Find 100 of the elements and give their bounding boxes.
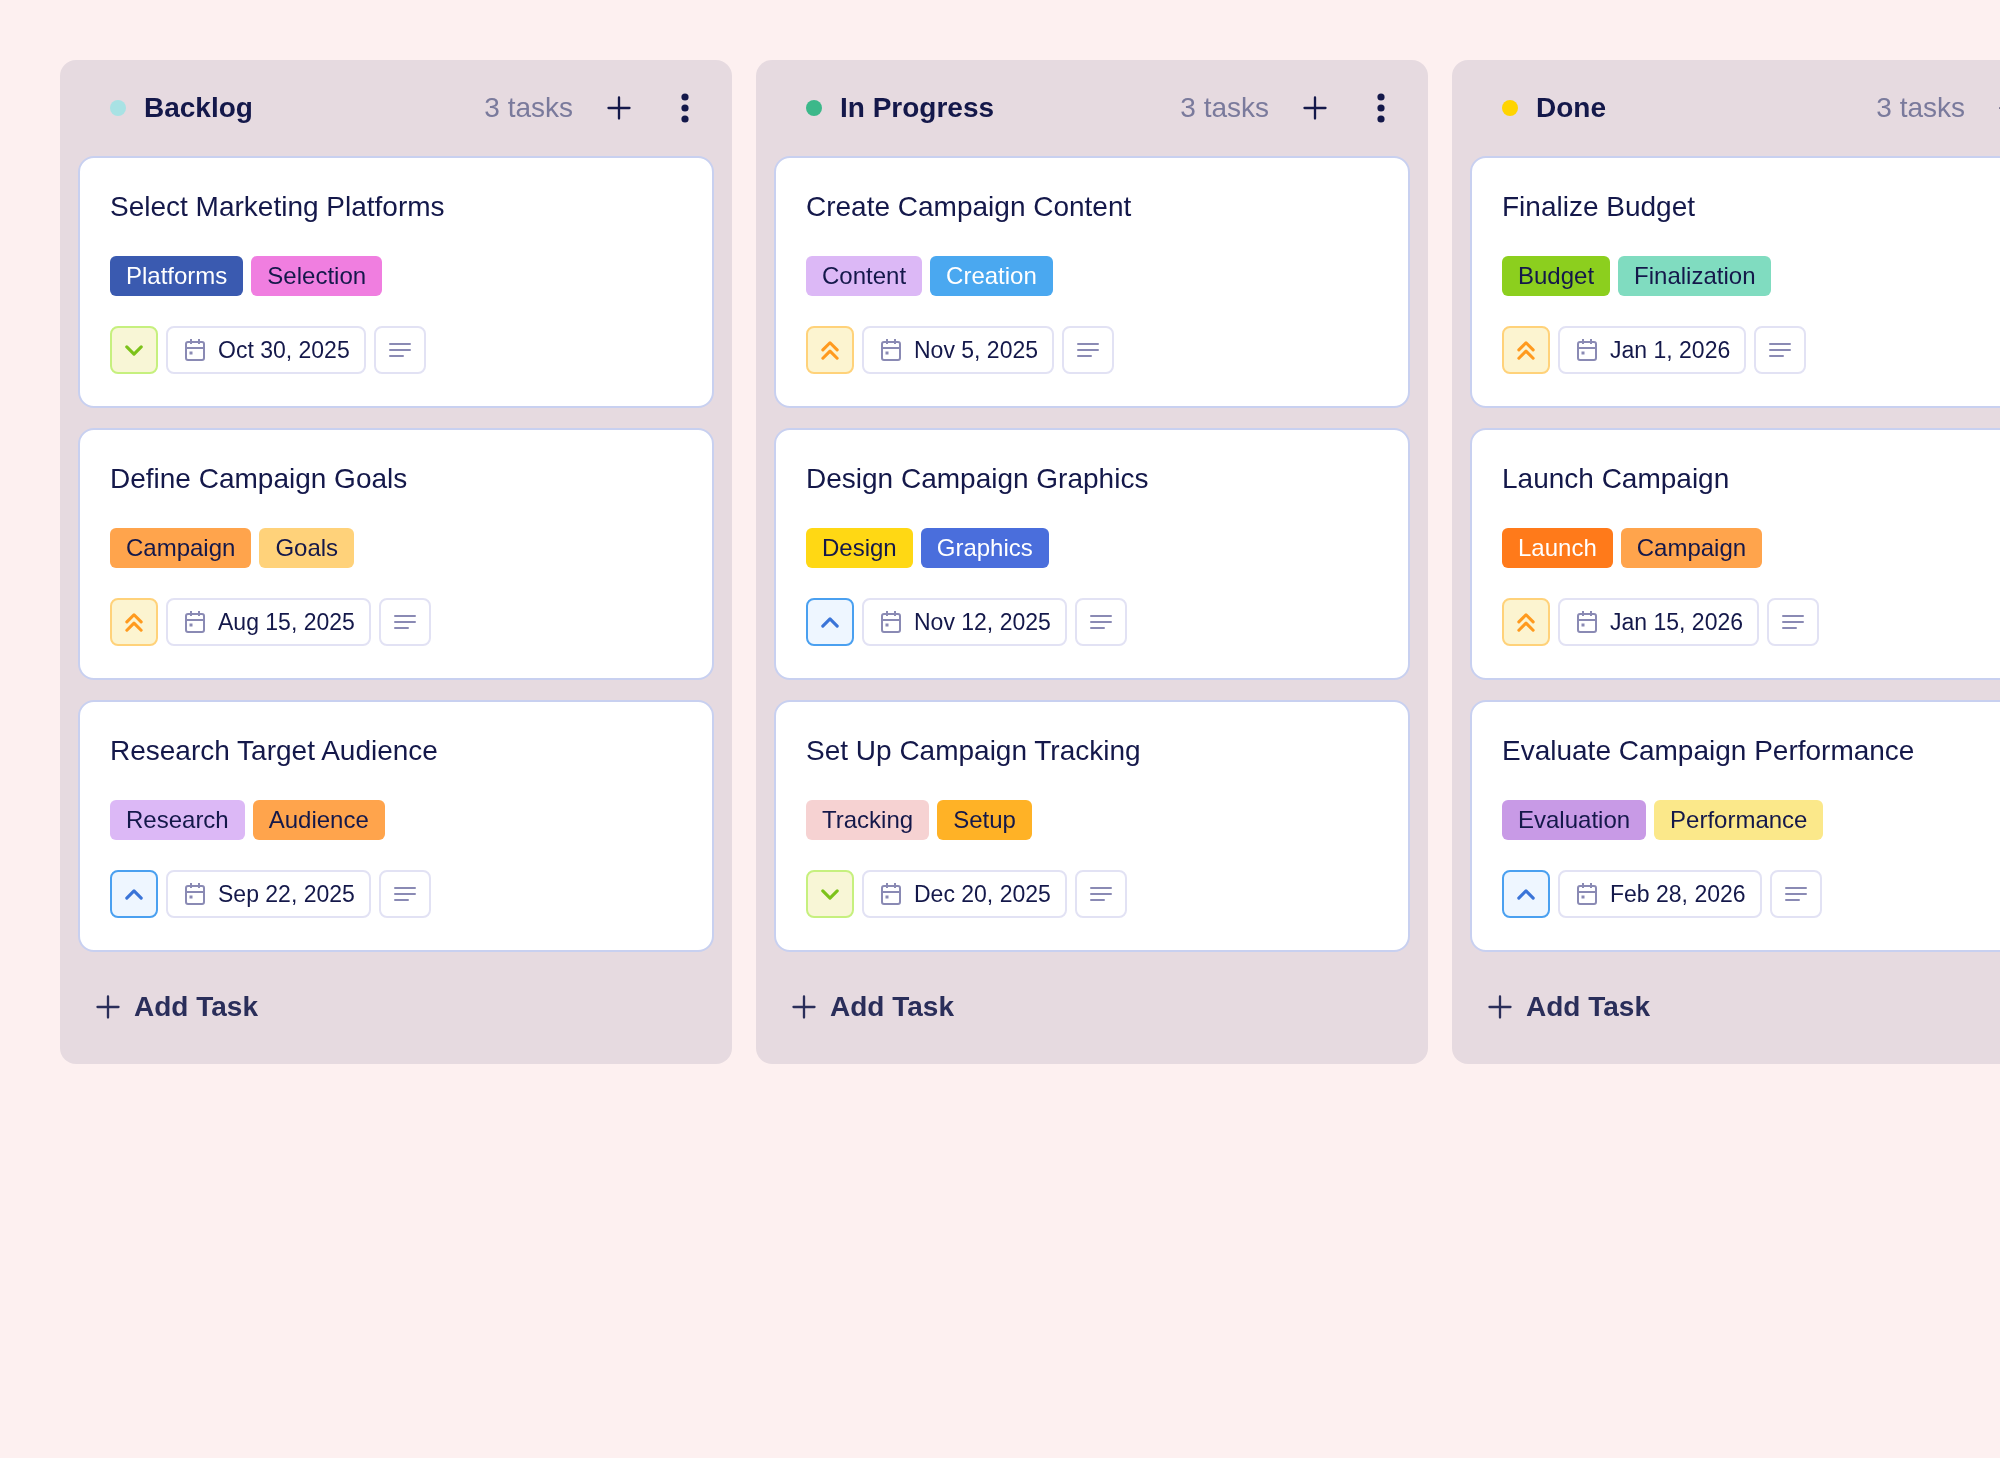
due-date-button[interactable]: Jan 15, 2026 bbox=[1558, 598, 1759, 646]
due-date-button[interactable]: Feb 28, 2026 bbox=[1558, 870, 1762, 918]
calendar-icon bbox=[1576, 882, 1598, 906]
priority-button[interactable] bbox=[806, 598, 854, 646]
calendar-icon bbox=[1576, 610, 1598, 634]
task-card[interactable]: Set Up Campaign Tracking Tracking Setup Dec 20, 2025 bbox=[774, 700, 1410, 952]
tag: Tracking bbox=[806, 800, 930, 840]
task-title: Launch Campaign bbox=[1502, 462, 1731, 496]
double-chevron-up-icon bbox=[1517, 612, 1535, 632]
text-lines-icon bbox=[393, 886, 416, 902]
chevron-up-icon bbox=[125, 888, 143, 900]
tag: Content bbox=[806, 256, 923, 296]
text-lines-icon bbox=[1089, 614, 1112, 630]
double-chevron-up-icon bbox=[125, 612, 143, 632]
text-lines-icon bbox=[1077, 342, 1100, 358]
tag: Campaign bbox=[1620, 528, 1763, 568]
calendar-icon bbox=[880, 610, 902, 634]
task-card[interactable]: Create Campaign Content Content Creation Nov 5, 2025 bbox=[774, 156, 1410, 408]
description-button[interactable] bbox=[1074, 598, 1127, 646]
tag: Performance bbox=[1654, 800, 1824, 840]
description-button[interactable] bbox=[378, 870, 431, 918]
plus-icon bbox=[1486, 993, 1514, 1021]
due-date-button[interactable]: Nov 5, 2025 bbox=[862, 326, 1055, 374]
more-vertical-icon bbox=[680, 93, 690, 123]
task-title: Set Up Campaign Tracking bbox=[806, 734, 1142, 768]
task-count: 3 tasks bbox=[1876, 92, 1965, 124]
add-task-button[interactable]: Add Task bbox=[78, 972, 258, 1042]
text-lines-icon bbox=[1089, 886, 1112, 902]
description-button[interactable] bbox=[1754, 326, 1807, 374]
task-card[interactable]: Design Campaign Graphics Design Graphics Nov 12, 2025 bbox=[774, 428, 1410, 680]
tag: Graphics bbox=[920, 528, 1049, 568]
description-button[interactable] bbox=[1767, 598, 1819, 646]
task-card[interactable]: Select Marketing Platforms Platforms Selection Oct 30, 2025 bbox=[78, 156, 714, 408]
description-button[interactable] bbox=[1062, 326, 1115, 374]
description-button[interactable] bbox=[1074, 870, 1127, 918]
task-count: 3 tasks bbox=[1180, 92, 1269, 124]
task-count: 3 tasks bbox=[484, 92, 573, 124]
column-title: In Progress bbox=[840, 92, 996, 124]
plus-icon bbox=[605, 94, 633, 122]
due-date-button[interactable]: Sep 22, 2025 bbox=[166, 870, 371, 918]
double-chevron-up-icon bbox=[1517, 340, 1535, 360]
chevron-up-icon bbox=[821, 616, 839, 628]
column-title: Done bbox=[1536, 92, 1607, 124]
chevron-up-icon bbox=[1517, 888, 1535, 900]
tag: Launch bbox=[1502, 528, 1613, 568]
add-task-button[interactable]: Add Task bbox=[774, 972, 954, 1042]
tag: Research bbox=[110, 800, 245, 840]
plus-icon bbox=[94, 993, 122, 1021]
calendar-icon bbox=[184, 882, 206, 906]
calendar-icon bbox=[184, 610, 206, 634]
priority-button[interactable] bbox=[1502, 870, 1550, 918]
calendar-icon bbox=[1576, 338, 1598, 362]
due-date-button[interactable]: Aug 15, 2025 bbox=[166, 598, 371, 646]
calendar-icon bbox=[880, 882, 902, 906]
task-card[interactable]: Launch Campaign Launch Campaign Jan 15, 2026 bbox=[1470, 428, 2000, 680]
task-title: Define Campaign Goals bbox=[110, 462, 409, 496]
tag: Evaluation bbox=[1502, 800, 1647, 840]
tag: Setup bbox=[937, 800, 1032, 840]
double-chevron-up-icon bbox=[821, 340, 839, 360]
column-title: Backlog bbox=[144, 92, 254, 124]
due-date-button[interactable]: Oct 30, 2025 bbox=[166, 326, 366, 374]
text-lines-icon bbox=[393, 614, 416, 630]
task-title: Design Campaign Graphics bbox=[806, 462, 1150, 496]
due-date-button[interactable]: Nov 12, 2025 bbox=[862, 598, 1067, 646]
tag: Platforms bbox=[110, 256, 244, 296]
plus-icon bbox=[1301, 94, 1329, 122]
due-date-button[interactable]: Dec 20, 2025 bbox=[862, 870, 1067, 918]
chevron-down-icon bbox=[125, 344, 143, 356]
task-card[interactable]: Evaluate Campaign Performance Evaluation Performance Feb 28, 2026 bbox=[1470, 700, 2000, 952]
tag: Design bbox=[806, 528, 913, 568]
task-title: Research Target Audience bbox=[110, 734, 439, 768]
task-title: Finalize Budget bbox=[1502, 190, 1696, 224]
task-title: Create Campaign Content bbox=[806, 190, 1133, 224]
tag: Selection bbox=[251, 256, 383, 296]
task-card[interactable]: Define Campaign Goals Campaign Goals Aug 15, 2025 bbox=[78, 428, 714, 680]
text-lines-icon bbox=[1782, 614, 1804, 630]
more-vertical-icon bbox=[1376, 93, 1386, 123]
add-task-button[interactable]: Add Task bbox=[1470, 972, 1650, 1042]
description-button[interactable] bbox=[378, 598, 431, 646]
task-title: Evaluate Campaign Performance bbox=[1502, 734, 1916, 768]
tag: Creation bbox=[930, 256, 1053, 296]
description-button[interactable] bbox=[373, 326, 426, 374]
tag: Campaign bbox=[110, 528, 252, 568]
tag: Audience bbox=[252, 800, 385, 840]
description-button[interactable] bbox=[1769, 870, 1822, 918]
calendar-icon bbox=[880, 338, 902, 362]
task-title: Select Marketing Platforms bbox=[110, 190, 446, 224]
tag: Finalization bbox=[1618, 256, 1772, 296]
priority-button[interactable] bbox=[110, 870, 158, 918]
text-lines-icon bbox=[1784, 886, 1807, 902]
chevron-down-icon bbox=[821, 888, 839, 900]
tag: Budget bbox=[1502, 256, 1611, 296]
text-lines-icon bbox=[1769, 342, 1792, 358]
task-card[interactable]: Research Target Audience Research Audience Sep 22, 2025 bbox=[78, 700, 714, 952]
text-lines-icon bbox=[388, 342, 411, 358]
tag: Goals bbox=[259, 528, 355, 568]
task-card[interactable]: Finalize Budget Budget Finalization Jan 1, 2026 bbox=[1470, 156, 2000, 408]
plus-icon bbox=[790, 993, 818, 1021]
due-date-button[interactable]: Jan 1, 2026 bbox=[1558, 326, 1747, 374]
calendar-icon bbox=[184, 338, 206, 362]
